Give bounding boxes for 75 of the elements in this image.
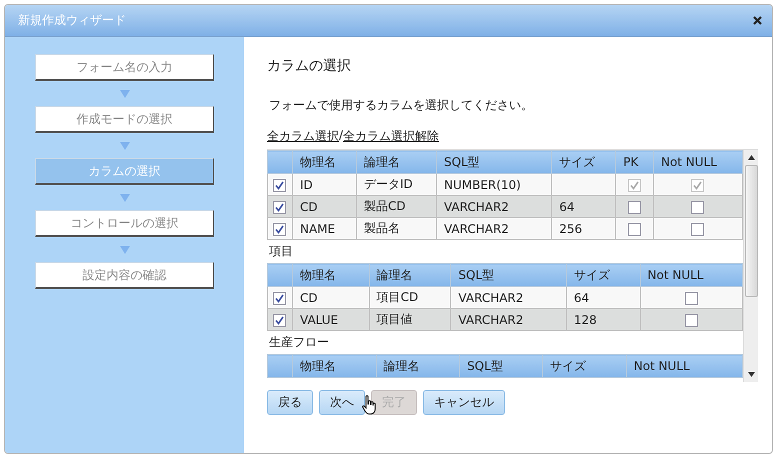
table-cell: データID [356,174,436,196]
checkbox[interactable] [273,200,286,214]
checkbox[interactable] [691,222,704,236]
checkbox[interactable] [684,314,698,327]
table-cell: 64 [552,196,616,218]
wizard-step[interactable]: コントロールの選択 [35,210,214,237]
column-header: 物理名 [292,264,370,286]
page-heading: カラムの選択 [267,57,352,75]
column-header: Not NULL [626,354,742,378]
wizard-step[interactable]: フォーム名の入力 [35,54,214,81]
down-arrow-icon [120,246,130,254]
table-header [268,354,292,378]
table-caption: 生産フロー [269,334,330,351]
wizard-step[interactable]: 作成モードの選択 [35,106,214,133]
column-header: サイズ [566,264,640,286]
table-cell: CD [292,286,370,308]
scrollbar[interactable] [743,150,758,382]
table-cell: NUMBER(10) [436,174,552,196]
table-caption: 項目 [269,243,294,260]
table-cell: 項目CD [369,286,451,308]
column-header: 論理名 [376,354,460,378]
checkbox[interactable] [273,222,286,236]
close-icon[interactable] [753,16,762,25]
table-cell: 製品名 [356,218,436,240]
table-cell: VARCHAR2 [436,196,552,218]
select-all-link[interactable]: 全カラム選択 [267,128,339,145]
scroll-thumb[interactable] [744,165,758,297]
column-header: SQL型 [450,264,566,286]
down-arrow-icon [120,194,130,202]
table-cell: 256 [552,218,616,240]
table-cell: VARCHAR2 [436,218,552,240]
window-title: 新規作成ウィザード [18,12,126,29]
dialog-button[interactable]: 戻る [267,390,313,415]
column-header: SQL型 [460,354,543,378]
table-cell: 製品CD [356,196,436,218]
column-header: Not NULL [653,150,742,174]
column-header: SQL型 [436,150,552,174]
column-header: 物理名 [292,150,356,174]
table-cell: 項目値 [369,308,451,330]
checkbox[interactable] [628,200,642,214]
checkbox[interactable] [628,222,642,236]
checkbox[interactable] [273,178,286,192]
column-header: サイズ [542,354,626,378]
table-header [268,150,292,174]
table-cell: NAME [292,218,356,240]
checkbox[interactable] [273,314,286,327]
scroll-up-icon[interactable] [748,155,754,160]
table-cell: 64 [566,286,640,308]
table-cell: VALUE [292,308,370,330]
checkbox[interactable] [684,292,698,305]
dialog-button[interactable]: キャンセル [423,390,505,415]
column-header: Not NULL [640,264,742,286]
dialog-button[interactable]: 次へ [319,390,365,415]
checkbox[interactable] [273,292,286,305]
table-cell: VARCHAR2 [450,308,566,330]
deselect-all-link[interactable]: 全カラム選択解除 [343,128,440,145]
hand-cursor-icon [362,395,376,415]
wizard-step[interactable]: 設定内容の確認 [35,262,214,289]
down-arrow-icon [120,142,130,150]
table-cell: CD [292,196,356,218]
column-header: 論理名 [356,150,436,174]
column-header: PK [616,150,654,174]
table-header [268,264,292,286]
table-cell: 128 [566,308,640,330]
wizard-step[interactable]: カラムの選択 [35,158,214,185]
column-header: サイズ [552,150,616,174]
instruction-text: フォームで使用するカラムを選択してください。 [269,97,534,114]
scroll-down-icon[interactable] [748,372,754,377]
table-cell: ID [292,174,356,196]
separator-text: / [339,128,344,144]
table-cell: VARCHAR2 [450,286,566,308]
checkbox[interactable] [691,200,704,214]
column-header: 物理名 [292,354,376,378]
column-header: 論理名 [369,264,451,286]
down-arrow-icon [120,90,130,98]
